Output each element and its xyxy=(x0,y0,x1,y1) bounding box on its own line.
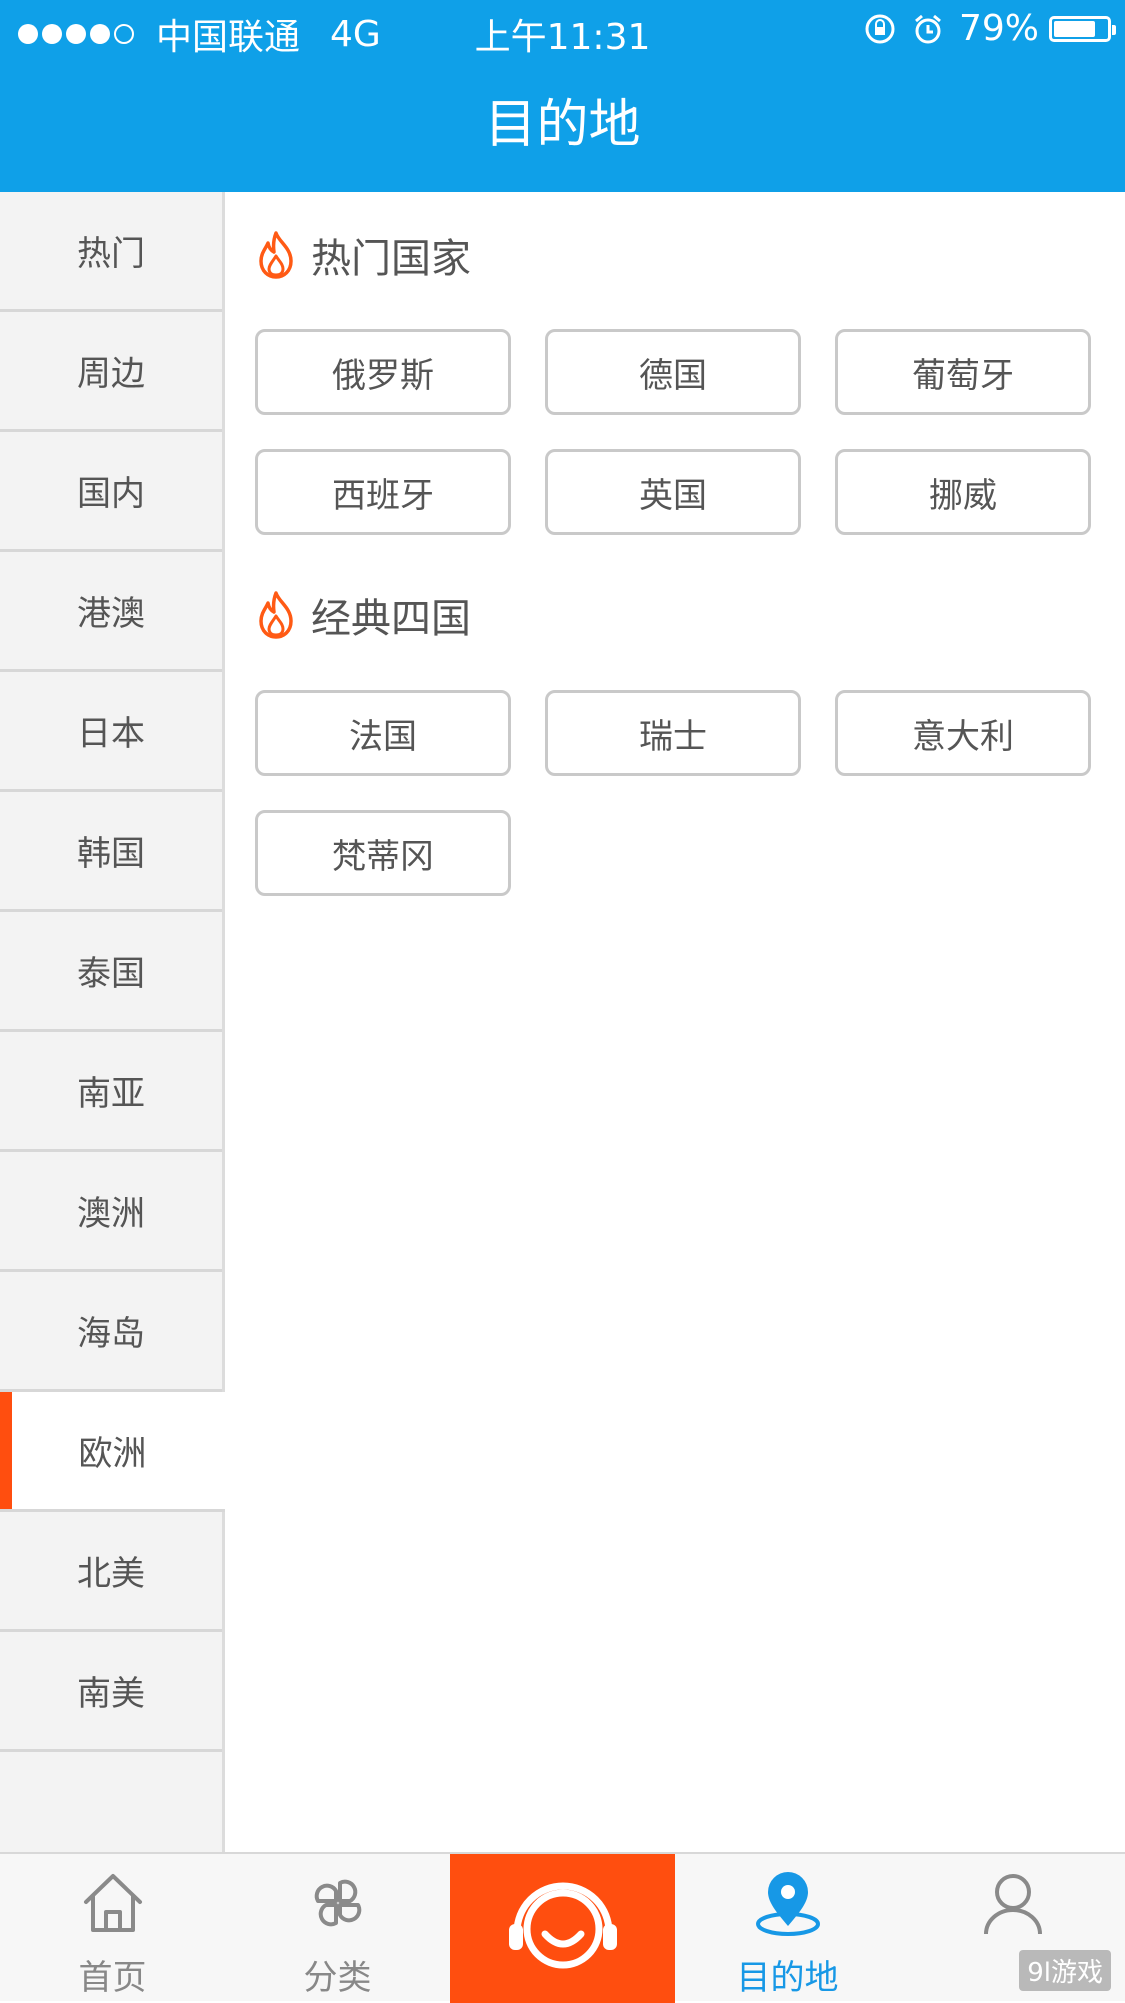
battery-icon xyxy=(1049,15,1116,42)
battery-percent: 79% xyxy=(958,8,1039,49)
sidebar-item-north-america[interactable]: 北美 xyxy=(0,1512,222,1632)
fire-icon xyxy=(259,231,293,279)
sidebar-item-south-asia[interactable]: 南亚 xyxy=(0,1032,222,1152)
sidebar-item-hk-macau[interactable]: 港澳 xyxy=(0,552,222,672)
sidebar-item-label: 澳洲 xyxy=(77,1194,145,1234)
location-pin-icon xyxy=(755,1872,820,1936)
sidebar-item-thailand[interactable]: 泰国 xyxy=(0,912,222,1032)
sidebar-item-islands[interactable]: 海岛 xyxy=(0,1272,222,1392)
country-button-germany[interactable]: 德国 xyxy=(545,329,801,415)
page-title: 目的地 xyxy=(484,95,641,155)
sidebar-item-label: 海岛 xyxy=(77,1314,145,1354)
rotation-lock-icon xyxy=(865,14,895,43)
sidebar-item-japan[interactable]: 日本 xyxy=(0,672,222,792)
tab-bar: 首页 分类 目的地 xyxy=(0,1852,1125,2003)
destination-content: 热门国家 俄罗斯 德国 葡萄牙 西班牙 英国 挪威 经典四国 法国 瑞士 意大利… xyxy=(225,192,1125,1852)
sidebar-item-label: 南亚 xyxy=(77,1074,145,1114)
sidebar-item-label: 热门 xyxy=(77,234,145,274)
sidebar-item-hot[interactable]: 热门 xyxy=(0,192,222,312)
section-header-hot-countries: 热门国家 xyxy=(255,226,471,284)
sidebar-item-label: 韩国 xyxy=(77,834,145,874)
country-label: 挪威 xyxy=(929,475,997,516)
sidebar-item-label: 欧洲 xyxy=(78,1434,147,1474)
user-icon xyxy=(983,1874,1042,1935)
tab-label: 分类 xyxy=(303,1958,372,1998)
country-label: 德国 xyxy=(639,355,707,396)
country-button-russia[interactable]: 俄罗斯 xyxy=(255,329,511,415)
watermark-logo: 9l游戏 xyxy=(1019,1950,1111,1991)
sidebar-item-south-america[interactable]: 南美 xyxy=(0,1632,222,1752)
country-label: 葡萄牙 xyxy=(912,355,1014,396)
country-label: 瑞士 xyxy=(639,716,707,757)
alarm-icon xyxy=(915,14,941,43)
tab-home[interactable]: 首页 xyxy=(0,1854,225,2003)
section-title: 热门国家 xyxy=(311,236,471,282)
tab-category[interactable]: 分类 xyxy=(225,1854,450,2003)
country-button-france[interactable]: 法国 xyxy=(255,690,511,776)
tab-customer-service[interactable] xyxy=(450,1854,675,2003)
country-label: 法国 xyxy=(349,716,417,757)
sidebar-item-korea[interactable]: 韩国 xyxy=(0,792,222,912)
grid-icon xyxy=(314,1879,361,1927)
sidebar-item-domestic[interactable]: 国内 xyxy=(0,432,222,552)
country-button-italy[interactable]: 意大利 xyxy=(835,690,1091,776)
country-button-spain[interactable]: 西班牙 xyxy=(255,449,511,535)
tab-destination[interactable]: 目的地 xyxy=(675,1854,900,2003)
sidebar-item-label: 周边 xyxy=(77,354,145,394)
section-header-classic-four: 经典四国 xyxy=(255,586,471,644)
nav-bar: 目的地 xyxy=(0,62,1125,192)
country-label: 西班牙 xyxy=(332,475,434,516)
tab-label: 首页 xyxy=(78,1958,147,1998)
sidebar-item-nearby[interactable]: 周边 xyxy=(0,312,222,432)
home-icon xyxy=(83,1874,142,1932)
sidebar-item-label: 国内 xyxy=(77,474,145,514)
section-title: 经典四国 xyxy=(311,596,471,642)
country-label: 梵蒂冈 xyxy=(332,836,434,877)
country-label: 英国 xyxy=(639,475,707,516)
status-bar: 中国联通 4G 上午11:31 79% xyxy=(0,0,1125,62)
sidebar-item-label: 泰国 xyxy=(77,954,145,994)
country-button-vatican[interactable]: 梵蒂冈 xyxy=(255,810,511,896)
tab-label: 目的地 xyxy=(736,1958,839,1998)
sidebar-item-label: 港澳 xyxy=(77,594,145,634)
sidebar-item-label: 南美 xyxy=(77,1674,145,1714)
country-button-switzerland[interactable]: 瑞士 xyxy=(545,690,801,776)
status-right: 79% xyxy=(863,8,1116,49)
fire-icon xyxy=(259,591,293,639)
battery-fill xyxy=(1054,20,1096,37)
region-sidebar: 热门 周边 国内 港澳 日本 韩国 泰国 南亚 澳洲 海岛 欧洲 北美 南美 xyxy=(0,192,225,1852)
sidebar-item-europe[interactable]: 欧洲 xyxy=(0,1392,225,1512)
country-button-norway[interactable]: 挪威 xyxy=(835,449,1091,535)
sidebar-item-label: 日本 xyxy=(77,714,145,754)
country-label: 俄罗斯 xyxy=(332,355,434,396)
country-label: 意大利 xyxy=(912,716,1014,757)
country-button-uk[interactable]: 英国 xyxy=(545,449,801,535)
country-button-portugal[interactable]: 葡萄牙 xyxy=(835,329,1091,415)
sidebar-item-australia[interactable]: 澳洲 xyxy=(0,1152,222,1272)
customer-service-icon xyxy=(508,1882,617,1969)
sidebar-item-label: 北美 xyxy=(77,1554,145,1594)
